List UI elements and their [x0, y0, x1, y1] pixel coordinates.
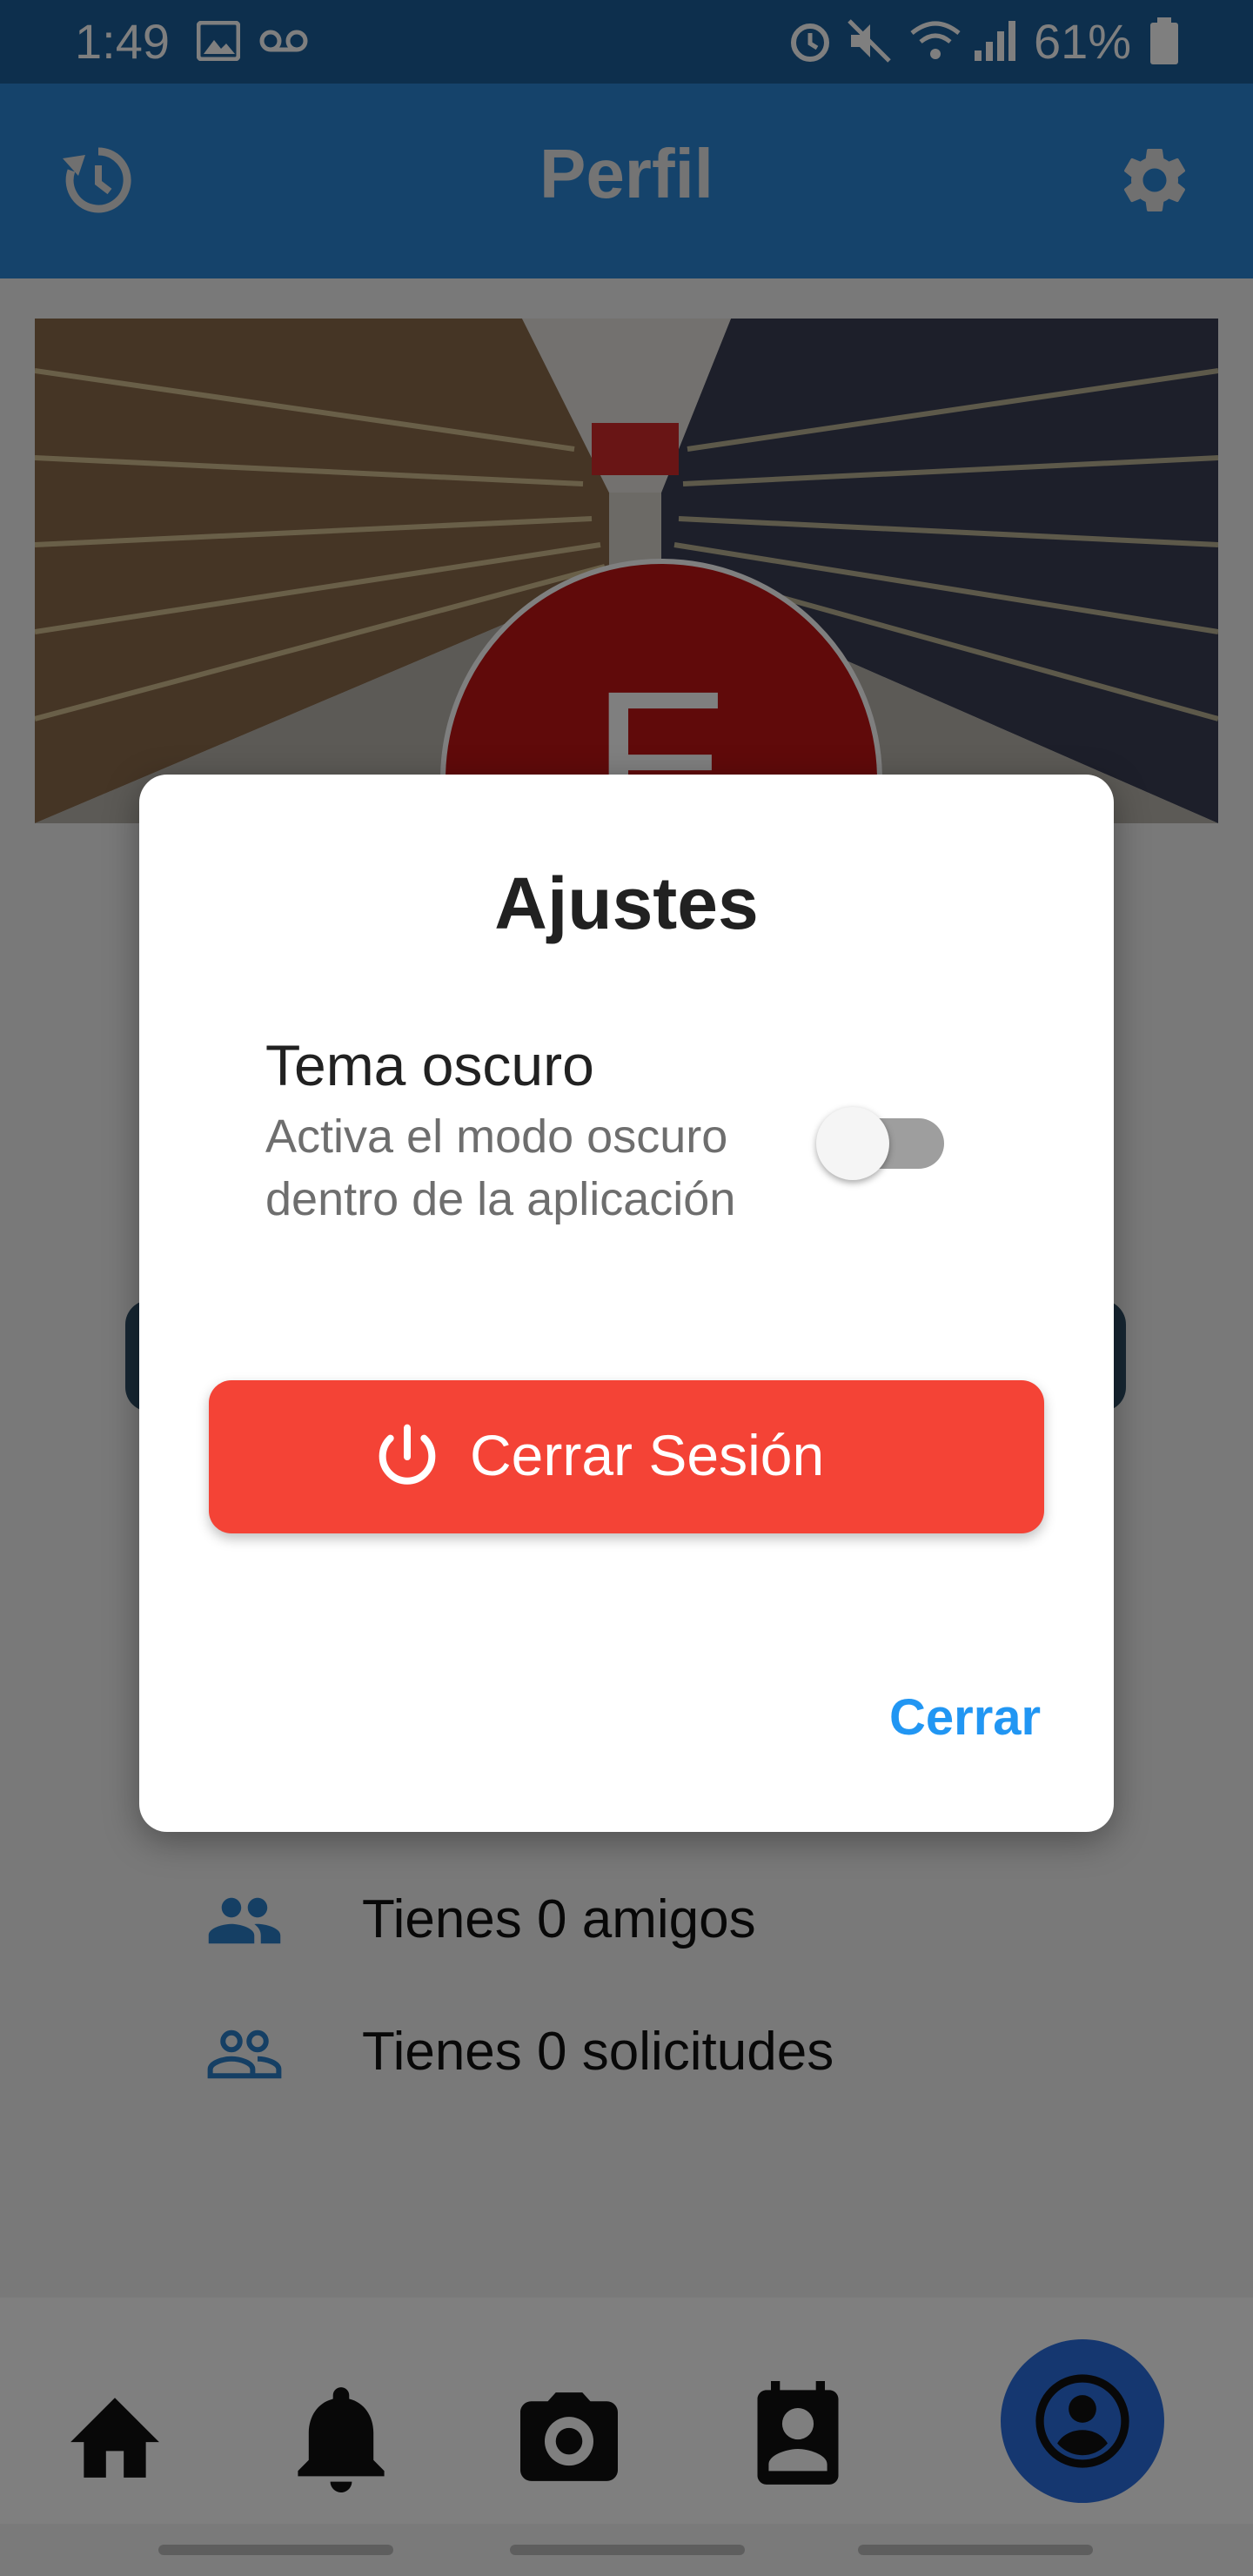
logout-label: Cerrar Sesión [470, 1423, 825, 1487]
logout-button[interactable]: Cerrar Sesión [209, 1380, 1044, 1533]
close-dialog-button[interactable]: Cerrar [889, 1688, 1041, 1747]
toggle-thumb[interactable] [816, 1107, 889, 1180]
settings-dialog: Ajustes Tema oscuro Activa el modo oscur… [139, 775, 1114, 1832]
power-icon [379, 1424, 436, 1485]
dark-theme-title: Tema oscuro [265, 1033, 594, 1097]
dialog-title: Ajustes [494, 862, 759, 944]
dark-theme-description: Activa el modo oscuro dentro de la aplic… [265, 1110, 736, 1225]
